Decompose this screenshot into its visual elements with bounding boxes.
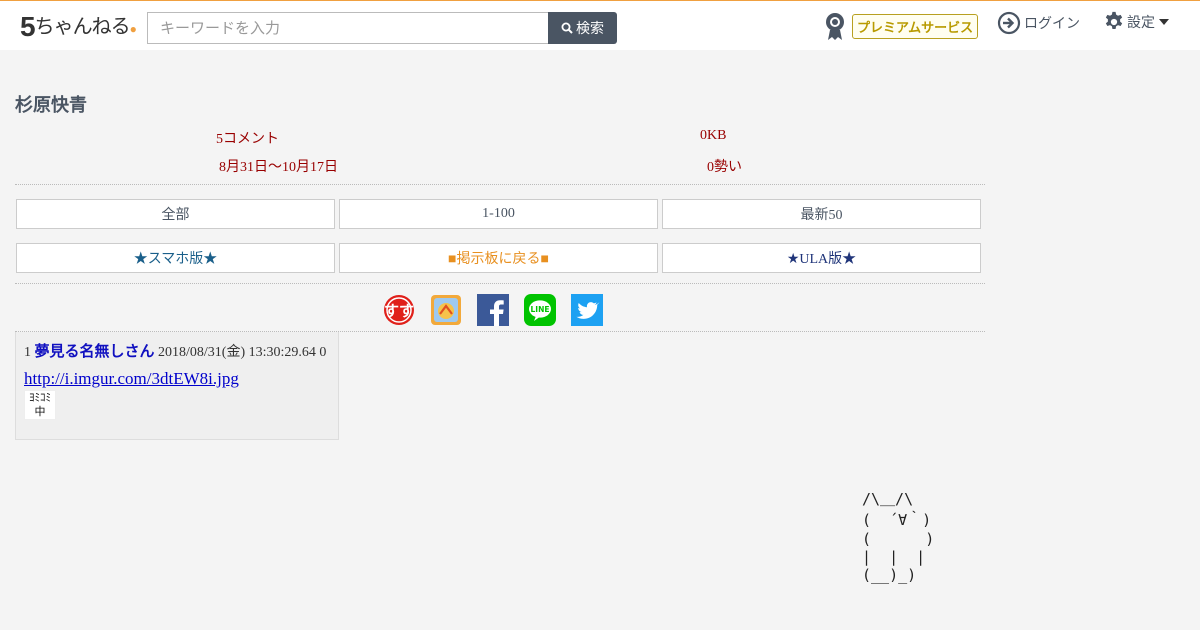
site-logo[interactable]: 5ちゃんねる● [20,10,137,43]
search-input[interactable] [147,12,549,44]
nav-all-button[interactable]: 全部 [16,199,335,229]
nav-ula-button[interactable]: ★ULA版★ [662,243,981,273]
search-button-label: 検索 [576,21,604,37]
svg-text:すす: すす [384,302,414,320]
logo-text: ちゃんねる [34,16,131,38]
svg-text:LINE: LINE [531,305,550,314]
settings-menu[interactable]: 設定 [1103,11,1169,33]
post-number: 1 [24,345,31,360]
nav-latest-button[interactable]: 最新50 [662,199,981,229]
line-icon[interactable]: LINE [524,294,556,326]
pocket-icon[interactable] [430,294,462,326]
premium-service[interactable]: プレミアムサービス [822,11,979,41]
post-datetime: 2018/08/31(金) 13:30:29.64 [158,345,316,360]
thread-size: 0KB [700,128,727,143]
ascii-art-cat: /\＿/\ ( ´∀｀) ( ) | | | (__)_) [862,490,935,584]
nav-smartphone-button[interactable]: ★スマホ版★ [16,243,335,273]
thread-title: 杉原快青 [15,95,87,116]
post-header: 1 夢見る名無しさん 2018/08/31(金) 13:30:29.64 0 [24,340,326,361]
login-link[interactable]: ログイン [997,11,1080,35]
search-button[interactable]: 検索 [548,12,617,44]
facebook-icon[interactable] [477,294,509,326]
post-image-link[interactable]: http://i.imgur.com/3dtEW8i.jpg [24,369,239,389]
settings-label: 設定 [1127,16,1155,31]
post-id: 0 [319,345,327,360]
divider [15,283,985,284]
hatena-icon[interactable]: すす [383,294,415,326]
post: 1 夢見る名無しさん 2018/08/31(金) 13:30:29.64 0 h… [15,332,339,440]
divider [15,184,985,185]
twitter-icon[interactable] [571,294,603,326]
login-icon [997,11,1021,35]
login-label: ログイン [1024,17,1080,32]
top-bar: 5ちゃんねる● 検索 プレミアムサービス ログイン 設定 [0,0,1200,50]
premium-medal-icon [822,11,848,41]
logo-number: 5 [20,11,36,42]
nav-range-button[interactable]: 1-100 [339,199,658,229]
thumbnail-text-top: ﾖﾐｺﾐ [29,391,51,404]
premium-service-label: プレミアムサービス [852,13,979,39]
comment-count: 5コメント [216,132,279,147]
thread-speed: 0勢い [707,160,742,175]
poster-name[interactable]: 夢見る名無しさん [35,342,155,360]
thread-date-range: 8月31日〜10月17日 [219,160,338,175]
search-icon [561,22,573,34]
nav-back-button[interactable]: ■掲示板に戻る■ [339,243,658,273]
gear-icon [1105,11,1123,29]
thumbnail-text-bottom: 中 [34,405,46,418]
post-image-thumbnail[interactable]: ﾖﾐｺﾐ 中 [24,390,56,420]
chevron-down-icon [1159,19,1169,25]
logo-dot-icon: ● [129,22,137,36]
